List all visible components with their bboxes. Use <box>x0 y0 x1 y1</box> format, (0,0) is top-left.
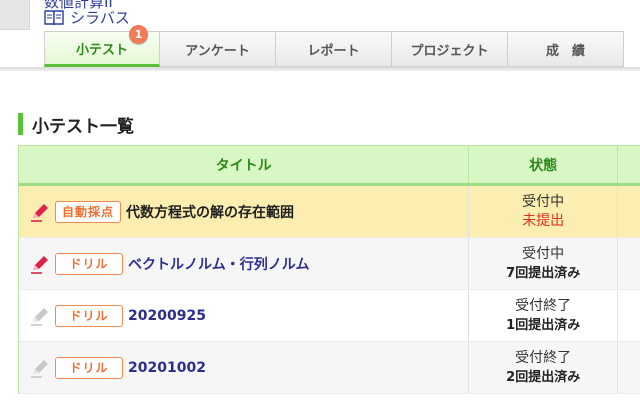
status-cell: 受付終了 2回提出済み <box>469 342 619 393</box>
column-header-extra <box>618 146 640 183</box>
quiz-table: タイトル 状態 自動採点 代数方程式の解の存在範囲 受付中 未提出 ドリル ベクトルノルム… <box>18 145 640 394</box>
tab-label: レポート <box>307 43 360 59</box>
table-body: 自動採点 代数方程式の解の存在範囲 受付中 未提出 ドリル ベクトルノルム・行列ノルム 受付… <box>19 186 640 394</box>
submission-status: 2回提出済み <box>506 369 581 385</box>
column-header-status[interactable]: 状態 <box>469 146 619 183</box>
pencil-icon <box>29 305 51 327</box>
section-title: 小テスト一覧 <box>32 116 134 137</box>
table-row[interactable]: ドリル ベクトルノルム・行列ノルム 受付中 7回提出済み <box>19 238 640 290</box>
quiz-type-tag: ドリル <box>55 356 123 379</box>
tab-label: 成 績 <box>545 43 585 59</box>
syllabus-label: シラバス <box>70 8 130 27</box>
avatar <box>0 0 30 30</box>
course-header: 数値計算II シラバス 小テスト 1 アンケート レポート プロジェクト 成 績 <box>0 0 640 71</box>
tab-quiz[interactable]: 小テスト 1 <box>44 25 160 67</box>
tab-label: プロジェクト <box>410 43 489 59</box>
book-icon <box>44 9 64 26</box>
tab-survey[interactable]: アンケート <box>160 31 276 67</box>
quiz-type-tag: 自動採点 <box>55 200 122 223</box>
submission-status: 7回提出済み <box>506 265 581 281</box>
status-text: 受付中 <box>522 245 565 262</box>
table-header: タイトル 状態 <box>19 146 640 186</box>
section-heading: 小テスト一覧 <box>18 112 134 137</box>
submission-status: 未提出 <box>522 212 565 229</box>
app-root: 数値計算II シラバス 小テスト 1 アンケート レポート プロジェクト 成 績… <box>0 0 640 400</box>
status-text: 受付中 <box>522 193 565 210</box>
tab-report[interactable]: レポート <box>276 31 392 67</box>
pencil-icon <box>29 357 51 379</box>
section-accent-bar <box>18 113 23 135</box>
syllabus-link[interactable]: シラバス <box>44 8 130 27</box>
tab-project[interactable]: プロジェクト <box>392 31 508 67</box>
tab-bar: 小テスト 1 アンケート レポート プロジェクト 成 績 <box>44 25 624 67</box>
table-row[interactable]: 自動採点 代数方程式の解の存在範囲 受付中 未提出 <box>19 186 640 238</box>
title-cell: ドリル 20200925 <box>19 290 470 341</box>
quiz-type-tag: ドリル <box>55 252 123 275</box>
title-cell: ドリル 20201002 <box>19 342 470 393</box>
extra-cell <box>618 186 640 237</box>
extra-cell <box>618 238 640 289</box>
title-cell: 自動採点 代数方程式の解の存在範囲 <box>19 186 470 237</box>
tab-label: 小テスト <box>75 42 128 58</box>
status-cell: 受付終了 1回提出済み <box>469 290 619 341</box>
extra-cell <box>618 290 640 341</box>
status-text: 受付終了 <box>515 297 572 314</box>
quiz-title-link[interactable]: 20200925 <box>128 308 206 324</box>
tab-grades[interactable]: 成 績 <box>508 31 624 67</box>
notification-badge: 1 <box>129 25 148 44</box>
extra-cell <box>618 342 640 393</box>
header-divider <box>0 67 640 71</box>
quiz-type-tag: ドリル <box>55 304 123 327</box>
status-text: 受付終了 <box>515 349 572 366</box>
quiz-title-link[interactable]: 20201002 <box>128 360 206 376</box>
pencil-icon <box>29 253 51 275</box>
submission-status: 1回提出済み <box>506 317 581 333</box>
status-cell: 受付中 7回提出済み <box>469 238 619 289</box>
pencil-icon <box>29 201 51 223</box>
column-header-title[interactable]: タイトル <box>19 146 470 183</box>
table-row[interactable]: ドリル 20201002 受付終了 2回提出済み <box>19 342 640 394</box>
quiz-title-link[interactable]: 代数方程式の解の存在範囲 <box>126 202 294 222</box>
title-cell: ドリル ベクトルノルム・行列ノルム <box>19 238 470 289</box>
tab-label: アンケート <box>185 43 250 59</box>
status-cell: 受付中 未提出 <box>469 186 619 237</box>
quiz-title-link[interactable]: ベクトルノルム・行列ノルム <box>128 254 309 274</box>
table-row[interactable]: ドリル 20200925 受付終了 1回提出済み <box>19 290 640 342</box>
